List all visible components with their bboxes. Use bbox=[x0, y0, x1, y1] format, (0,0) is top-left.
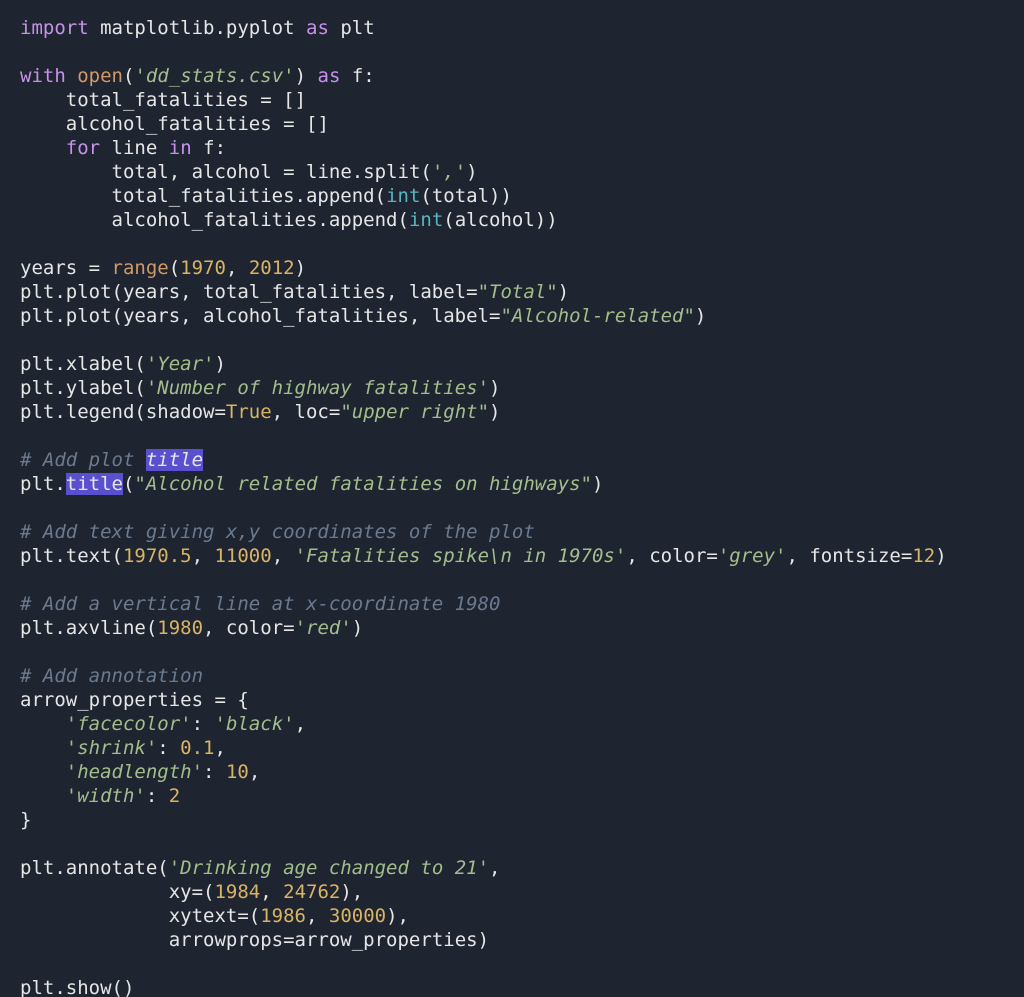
code-line[interactable]: 'width': 2 bbox=[20, 785, 180, 807]
code-line[interactable]: arrowprops=arrow_properties) bbox=[20, 929, 489, 951]
code-line[interactable]: plt.axvline(1980, color='red') bbox=[20, 617, 363, 639]
code-line[interactable]: alcohol_fatalities.append(int(alcohol)) bbox=[20, 209, 558, 231]
scrollbar-track[interactable] bbox=[964, 0, 1024, 997]
code-line[interactable]: plt.plot(years, alcohol_fatalities, labe… bbox=[20, 305, 706, 327]
code-line[interactable]: with open('dd_stats.csv') as f: bbox=[20, 65, 375, 87]
code-line[interactable]: years = range(1970, 2012) bbox=[20, 257, 306, 279]
code-line[interactable]: plt.ylabel('Number of highway fatalities… bbox=[20, 377, 500, 399]
code-line[interactable]: xy=(1984, 24762), bbox=[20, 881, 363, 903]
code-line[interactable]: 'shrink': 0.1, bbox=[20, 737, 226, 759]
code-line[interactable]: alcohol_fatalities = [] bbox=[20, 113, 329, 135]
code-line[interactable]: xytext=(1986, 30000), bbox=[20, 905, 409, 927]
code-line[interactable]: total_fatalities = [] bbox=[20, 89, 306, 111]
code-line[interactable]: # Add annotation bbox=[20, 665, 203, 687]
code-line[interactable]: 'headlength': 10, bbox=[20, 761, 260, 783]
code-line[interactable]: plt.legend(shadow=True, loc="upper right… bbox=[20, 401, 500, 423]
code-line[interactable]: plt.show() bbox=[20, 977, 134, 997]
code-line[interactable]: # Add text giving x,y coordinates of the… bbox=[20, 521, 535, 543]
code-line[interactable]: plt.xlabel('Year') bbox=[20, 353, 226, 375]
code-line[interactable]: for line in f: bbox=[20, 137, 226, 159]
code-line[interactable]: plt.plot(years, total_fatalities, label=… bbox=[20, 281, 569, 303]
code-editor[interactable]: import matplotlib.pyplot as plt with ope… bbox=[0, 0, 984, 997]
code-line[interactable]: } bbox=[20, 809, 31, 831]
code-block[interactable]: import matplotlib.pyplot as plt with ope… bbox=[20, 16, 984, 997]
code-line[interactable]: import matplotlib.pyplot as plt bbox=[20, 17, 375, 39]
code-line[interactable]: plt.text(1970.5, 11000, 'Fatalities spik… bbox=[20, 545, 947, 567]
code-line[interactable]: # Add plot title bbox=[20, 449, 203, 471]
code-line[interactable]: plt.title("Alcohol related fatalities on… bbox=[20, 473, 603, 495]
code-line[interactable]: arrow_properties = { bbox=[20, 689, 249, 711]
code-line[interactable]: total, alcohol = line.split(',') bbox=[20, 161, 478, 183]
code-line[interactable]: plt.annotate('Drinking age changed to 21… bbox=[20, 857, 500, 879]
code-line[interactable]: total_fatalities.append(int(total)) bbox=[20, 185, 512, 207]
code-line[interactable]: # Add a vertical line at x-coordinate 19… bbox=[20, 593, 500, 615]
code-line[interactable]: 'facecolor': 'black', bbox=[20, 713, 306, 735]
